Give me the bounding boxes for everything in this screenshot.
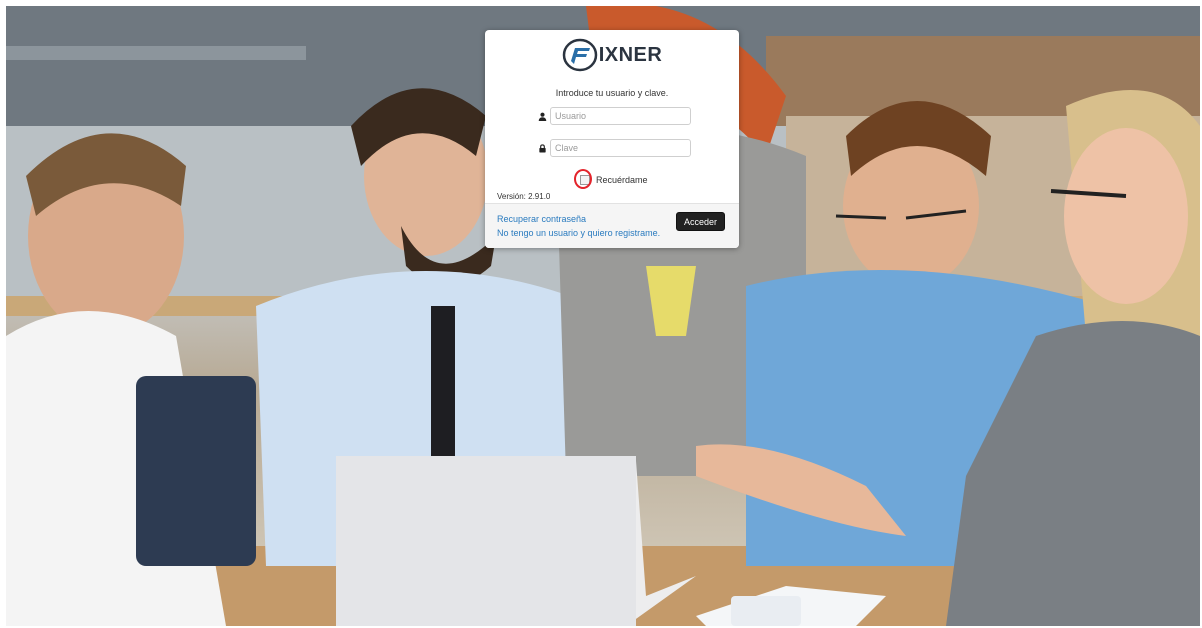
lock-icon [535,139,550,157]
remember-me[interactable]: Recuérdame [574,169,648,190]
login-card: IXNER Introduce tu usuario y clave. Usua… [485,30,739,248]
highlight-ring [574,169,592,189]
login-page: IXNER Introduce tu usuario y clave. Usua… [0,0,1202,628]
version-label: Versión: 2.91.0 [497,192,551,201]
login-instructions: Introduce tu usuario y clave. [555,88,669,98]
username-input[interactable] [550,107,691,125]
brand-logo: IXNER [485,36,739,74]
register-link[interactable]: No tengo un usuario y quiero registrame. [497,228,660,238]
user-icon [535,107,550,125]
password-input[interactable] [550,139,691,157]
fixner-f-logo-icon [562,38,597,72]
username-row [535,107,691,125]
remember-label: Recuérdame [596,175,648,185]
password-row [535,139,691,157]
brand-name: IXNER [598,43,663,66]
login-submit-button[interactable]: Acceder [676,212,725,231]
recover-password-link[interactable]: Recuperar contraseña [497,214,586,224]
login-footer: Recuperar contraseña No tengo un usuario… [485,203,739,248]
